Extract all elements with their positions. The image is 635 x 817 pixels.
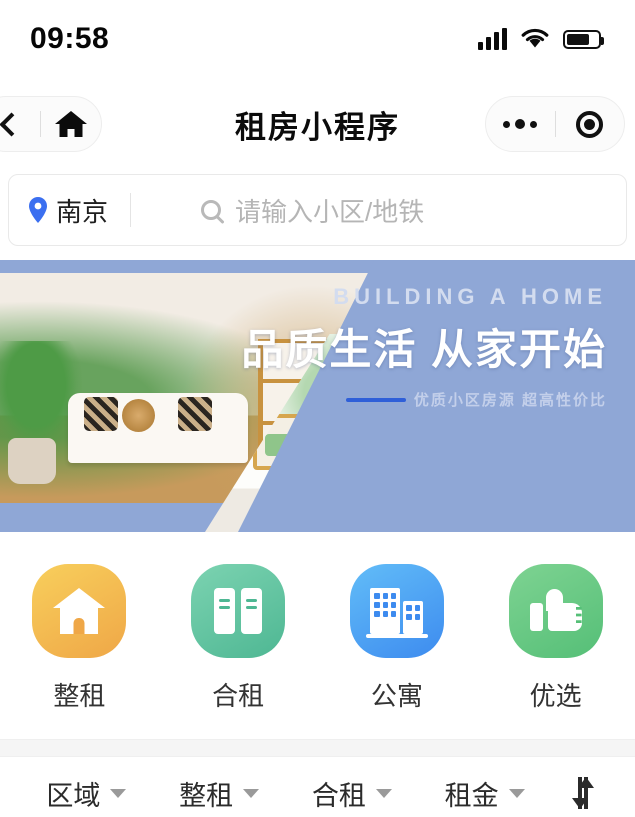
- banner-text-block: BUILDING A HOME 品质生活 从家开始 优质小区房源 超高性价比: [241, 284, 607, 410]
- filter-label: 整租: [179, 780, 234, 811]
- nav-bar: 租房小程序: [0, 78, 635, 170]
- home-icon: [54, 111, 87, 137]
- thumbs-up-icon: [508, 564, 603, 658]
- filter-whole-rent[interactable]: 整租: [153, 774, 286, 813]
- promo-banner[interactable]: BUILDING A HOME 品质生活 从家开始 优质小区房源 超高性价比: [0, 260, 635, 532]
- more-button[interactable]: [486, 97, 555, 151]
- location-pin-icon: [29, 197, 47, 223]
- cellular-signal-icon: [478, 28, 507, 50]
- banner-plant-pot: [8, 438, 56, 484]
- banner-subtitle: 优质小区房源 超高性价比: [413, 392, 607, 409]
- category-item-featured[interactable]: 优选: [476, 564, 635, 713]
- banner-round-cushion: [122, 399, 155, 432]
- banner-pillow: [84, 397, 118, 431]
- category-label: 公寓: [370, 681, 423, 711]
- filter-label: 租金: [444, 780, 499, 811]
- city-selector[interactable]: 南京: [9, 192, 130, 229]
- filter-price[interactable]: 租金: [418, 774, 551, 813]
- category-item-shared-rent[interactable]: 合租: [159, 564, 318, 713]
- search-bar[interactable]: 南京 请输入小区/地铁: [8, 174, 627, 246]
- home-button[interactable]: [41, 97, 102, 151]
- category-label: 整租: [53, 681, 106, 711]
- filter-bar: 区域 整租 合租 租金: [0, 757, 635, 817]
- banner-subtitle-row: 优质小区房源 超高性价比: [241, 389, 607, 410]
- banner-main-title: 品质生活 从家开始: [241, 326, 607, 373]
- category-label: 优选: [529, 681, 582, 711]
- page-title: 租房小程序: [235, 109, 400, 145]
- battery-icon: [563, 29, 604, 49]
- search-section: 南京 请输入小区/地铁: [0, 170, 635, 260]
- more-dots-icon: [503, 119, 538, 129]
- filter-label: 合租: [311, 780, 366, 811]
- banner-english-title: BUILDING A HOME: [333, 284, 607, 309]
- filter-shared-rent[interactable]: 合租: [286, 774, 419, 813]
- nav-left-capsule[interactable]: [0, 96, 102, 152]
- chevron-down-icon: [110, 788, 127, 798]
- banner-pillow: [178, 397, 212, 431]
- category-label: 合租: [212, 681, 265, 711]
- sort-arrows-icon: [578, 777, 594, 809]
- category-grid: 整租 合租 公寓 优选: [0, 532, 635, 739]
- nav-right-capsule[interactable]: [485, 96, 625, 152]
- chevron-down-icon: [243, 788, 260, 798]
- city-label: 南京: [56, 196, 109, 227]
- close-capsule-button[interactable]: [556, 97, 625, 151]
- category-item-whole-rent[interactable]: 整租: [0, 564, 159, 713]
- category-item-apartment[interactable]: 公寓: [318, 564, 477, 713]
- chevron-down-icon: [375, 788, 392, 798]
- buildings-icon: [349, 564, 444, 658]
- search-input[interactable]: 请输入小区/地铁: [131, 192, 626, 229]
- search-icon: [201, 200, 222, 220]
- banner-accent-line: [345, 397, 406, 402]
- back-button[interactable]: [0, 97, 40, 151]
- status-time: 09:58: [30, 22, 110, 55]
- app-screen: 09:58 租房小程序 南京 请输入小区/地铁 BUILDING A HOME …: [0, 0, 635, 817]
- chevron-down-icon: [508, 788, 525, 798]
- search-placeholder: 请输入小区/地铁: [235, 196, 425, 227]
- status-icons: [478, 28, 604, 50]
- house-icon: [32, 564, 127, 658]
- section-divider: [0, 739, 635, 757]
- target-circle-icon: [576, 110, 604, 138]
- filter-label: 区域: [46, 780, 101, 811]
- status-bar: 09:58: [0, 0, 635, 78]
- filter-area[interactable]: 区域: [20, 774, 153, 813]
- two-doors-icon: [191, 564, 286, 658]
- sort-button[interactable]: [551, 777, 615, 809]
- back-chevron-icon: [0, 111, 24, 137]
- wifi-icon: [521, 28, 549, 48]
